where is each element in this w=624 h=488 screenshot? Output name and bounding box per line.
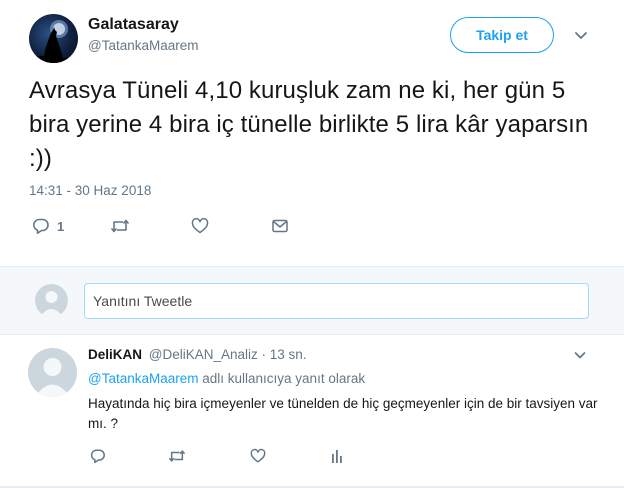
reply-actions <box>0 444 624 468</box>
reply-reply-button[interactable] <box>90 444 106 468</box>
default-user-avatar-icon[interactable] <box>28 348 77 397</box>
tweet-text: Avrasya Tüneli 4,10 kuruşluk zam ne ki, … <box>29 77 589 172</box>
reply-tweet: DeliKAN @DeliKAN_Analiz · 13 sn. @Tatank… <box>0 336 624 488</box>
direct-message-button[interactable] <box>271 210 289 242</box>
reply-display-name[interactable]: DeliKAN <box>88 347 142 362</box>
reply-bubble-icon <box>32 218 49 234</box>
chevron-down-icon[interactable] <box>573 27 589 43</box>
heart-icon <box>250 448 266 463</box>
heart-icon <box>191 218 209 234</box>
avatar[interactable] <box>29 14 78 63</box>
tweet-header: Galatasaray @TatankaMaarem Takip et <box>0 0 624 70</box>
reply-to-suffix: adlı kullanıcıya yanıt olarak <box>198 371 366 386</box>
analytics-bars-icon <box>332 450 342 463</box>
reply-screen-name[interactable]: @DeliKAN_Analiz <box>149 347 258 362</box>
retweet-button[interactable] <box>110 210 130 242</box>
reply-like-button[interactable] <box>250 444 266 468</box>
screen-name[interactable]: @TatankaMaarem <box>88 38 199 53</box>
howling-wolf-avatar-icon <box>29 20 78 63</box>
reply-header: DeliKAN @DeliKAN_Analiz · 13 sn. <box>88 347 307 362</box>
default-user-avatar-icon <box>35 284 68 317</box>
replying-to: @TatankaMaarem adlı kullanıcıya yanıt ol… <box>88 371 365 386</box>
reply-time[interactable]: · 13 sn. <box>262 347 307 362</box>
display-name[interactable]: Galatasaray <box>88 16 179 34</box>
like-button[interactable] <box>191 210 209 242</box>
direct-message-icon <box>272 219 288 233</box>
retweet-icon <box>110 219 130 233</box>
reply-count: 1 <box>57 218 65 234</box>
reply-input[interactable]: Yanıtını Tweetle <box>84 283 589 319</box>
tweet-timestamp[interactable]: 14:31 - 30 Haz 2018 <box>29 183 151 198</box>
retweet-icon <box>168 450 186 462</box>
reply-analytics-button[interactable] <box>330 444 344 468</box>
reply-mention-link[interactable]: @TatankaMaarem <box>88 371 199 386</box>
follow-button[interactable]: Takip et <box>450 17 554 53</box>
reply-retweet-button[interactable] <box>168 444 186 468</box>
reply-text: Hayatında hiç bira içmeyenler ve tünelde… <box>88 396 598 431</box>
tweet-actions: 1 <box>0 210 624 242</box>
reply-bubble-icon <box>90 449 105 464</box>
reply-button[interactable]: 1 <box>32 210 64 242</box>
chevron-down-icon[interactable] <box>573 348 587 362</box>
reply-compose-area: Yanıtını Tweetle <box>0 266 624 335</box>
